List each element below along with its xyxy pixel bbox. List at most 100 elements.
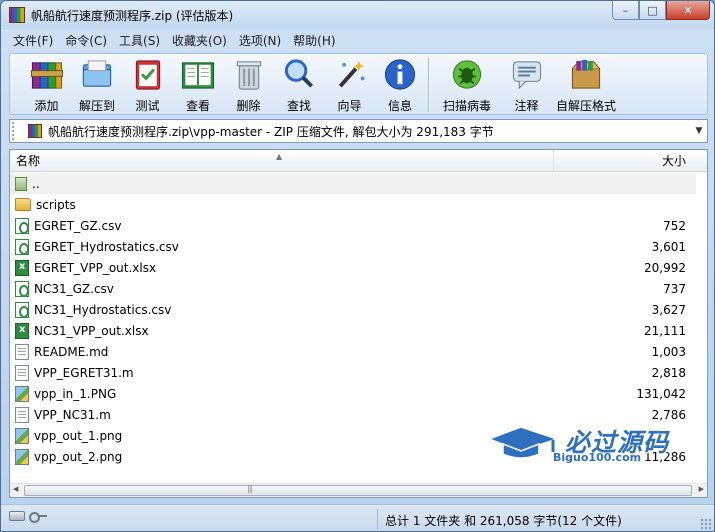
- file-size: 131,042: [636, 386, 686, 401]
- disk-icon[interactable]: [9, 511, 25, 521]
- folder-extract-icon: [82, 60, 112, 87]
- table-row[interactable]: EGRET_Hydrostatics.csv 3,601: [10, 236, 696, 257]
- csv-file-icon: [15, 280, 29, 297]
- table-row[interactable]: README.md 1,003: [10, 341, 696, 362]
- table-row[interactable]: EGRET_VPP_out.xlsx 20,992: [10, 257, 696, 278]
- column-name-label: 名称: [16, 154, 41, 168]
- file-name: EGRET_Hydrostatics.csv: [34, 239, 179, 254]
- menu-tools[interactable]: 工具(S): [113, 31, 166, 51]
- file-name: vpp_out_1.png: [34, 428, 123, 443]
- test-button[interactable]: 测试: [125, 54, 170, 114]
- scroll-left-arrow-icon[interactable]: ◀: [13, 485, 18, 493]
- wizard-button[interactable]: 向导: [327, 54, 372, 114]
- window-title: 帆船航行速度预测程序.zip (评估版本): [31, 8, 234, 23]
- table-row[interactable]: NC31_GZ.csv 737: [10, 278, 696, 299]
- window-controls: – □ ✕: [612, 1, 710, 20]
- address-bar[interactable]: 帆船航行速度预测程序.zip\vpp-master - ZIP 压缩文件, 解包…: [9, 119, 708, 143]
- add-button[interactable]: 添加: [24, 54, 69, 114]
- resize-grip-icon[interactable]: [700, 518, 712, 530]
- clipboard-check-icon: [135, 60, 160, 90]
- text-file-icon: [15, 406, 29, 423]
- chevron-down-icon[interactable]: ▼: [691, 126, 707, 136]
- view-label: 查看: [185, 99, 210, 113]
- info-button[interactable]: 信息: [372, 54, 428, 114]
- virus-scan-label: 扫描病毒: [442, 99, 491, 113]
- status-bar: 总计 1 文件夹 和 261,058 字节(12 个文件): [1, 504, 714, 531]
- winrar-app-icon: [9, 7, 25, 23]
- parent-folder-icon: [15, 176, 27, 191]
- table-row[interactable]: EGRET_GZ.csv 752: [10, 215, 696, 236]
- column-size-header[interactable]: 大小: [554, 150, 696, 172]
- text-file-icon: [15, 343, 29, 360]
- file-size: 3,601: [651, 239, 686, 254]
- image-file-icon: [15, 448, 29, 465]
- table-row[interactable]: VPP_EGRET31.m 2,818: [10, 362, 696, 383]
- csv-file-icon: [15, 217, 29, 234]
- status-separator: [377, 509, 378, 529]
- comment-button[interactable]: 注释: [504, 54, 549, 114]
- table-row[interactable]: NC31_VPP_out.xlsx 21,111: [10, 320, 696, 341]
- find-button[interactable]: 查找: [271, 54, 327, 114]
- excel-file-icon: [15, 322, 29, 339]
- extract-to-label: 解压到: [78, 99, 115, 113]
- delete-button[interactable]: 删除: [226, 54, 271, 114]
- image-file-icon: [15, 427, 29, 444]
- file-name: VPP_EGRET31.m: [34, 365, 134, 380]
- scrollbar-thumb[interactable]: [24, 484, 692, 496]
- open-book-icon: [181, 62, 215, 89]
- file-name: NC31_Hydrostatics.csv: [34, 302, 172, 317]
- comment-icon: [512, 61, 541, 90]
- watermark: 必过源码 Biguo100.com: [487, 419, 697, 469]
- menu-favorites[interactable]: 收藏夹(O): [166, 31, 233, 51]
- status-summary: 总计 1 文件夹 和 261,058 字节(12 个文件): [385, 514, 622, 528]
- sfx-label: 自解压格式: [555, 99, 616, 113]
- horizontal-scrollbar[interactable]: ◀ ▶: [10, 483, 707, 497]
- text-file-icon: [15, 364, 29, 381]
- sfx-button[interactable]: 自解压格式: [549, 54, 623, 114]
- folder-icon: [15, 198, 31, 211]
- table-row[interactable]: ..: [10, 173, 696, 194]
- close-button[interactable]: ✕: [666, 1, 710, 20]
- title-bar[interactable]: 帆船航行速度预测程序.zip (评估版本) – □ ✕: [1, 1, 714, 29]
- file-size: 21,111: [644, 323, 686, 338]
- csv-file-icon: [15, 301, 29, 318]
- file-size: 20,992: [644, 260, 686, 275]
- menu-options[interactable]: 选项(N): [233, 31, 287, 51]
- watermark-url: Biguo100.com: [553, 451, 642, 464]
- csv-file-icon: [15, 238, 29, 255]
- scroll-right-arrow-icon[interactable]: ▶: [699, 485, 704, 493]
- wizard-label: 向导: [337, 99, 362, 113]
- address-path: 帆船航行速度预测程序.zip\vpp-master - ZIP 压缩文件, 解包…: [48, 124, 494, 139]
- file-name: EGRET_VPP_out.xlsx: [34, 260, 157, 275]
- delete-label: 删除: [236, 99, 261, 113]
- file-name: VPP_NC31.m: [34, 407, 111, 422]
- file-size: 2,818: [651, 365, 686, 380]
- graduation-cap-icon: [487, 426, 559, 459]
- sort-arrow-icon: ▲: [276, 152, 283, 161]
- extract-to-button[interactable]: 解压到: [69, 54, 125, 114]
- magnifier-icon: [284, 59, 314, 88]
- zip-archive-icon: [28, 124, 42, 138]
- menu-help[interactable]: 帮助(H): [287, 31, 341, 51]
- table-row[interactable]: scripts: [10, 194, 696, 215]
- column-name-header[interactable]: ▲ 名称: [10, 150, 554, 172]
- menu-commands[interactable]: 命令(C): [59, 31, 113, 51]
- view-button[interactable]: 查看: [170, 54, 226, 114]
- vertical-scrollbar[interactable]: [696, 173, 707, 485]
- menu-bar: 文件(F) 命令(C) 工具(S) 收藏夹(O) 选项(N) 帮助(H): [7, 31, 342, 51]
- file-size: 752: [663, 218, 686, 233]
- file-size: 1,003: [651, 344, 686, 359]
- column-size-label: 大小: [661, 154, 686, 168]
- table-row[interactable]: NC31_Hydrostatics.csv 3,627: [10, 299, 696, 320]
- virus-scan-button[interactable]: 扫描病毒: [430, 54, 504, 114]
- find-label: 查找: [286, 99, 311, 113]
- key-icon[interactable]: [29, 511, 47, 523]
- trash-can-icon: [236, 61, 261, 90]
- file-name: NC31_VPP_out.xlsx: [34, 323, 149, 338]
- status-icons: [9, 511, 47, 523]
- table-row[interactable]: vpp_in_1.PNG 131,042: [10, 383, 696, 404]
- address-grip: [12, 122, 20, 140]
- maximize-button[interactable]: □: [639, 1, 666, 20]
- minimize-button[interactable]: –: [612, 1, 639, 20]
- menu-file[interactable]: 文件(F): [7, 31, 59, 51]
